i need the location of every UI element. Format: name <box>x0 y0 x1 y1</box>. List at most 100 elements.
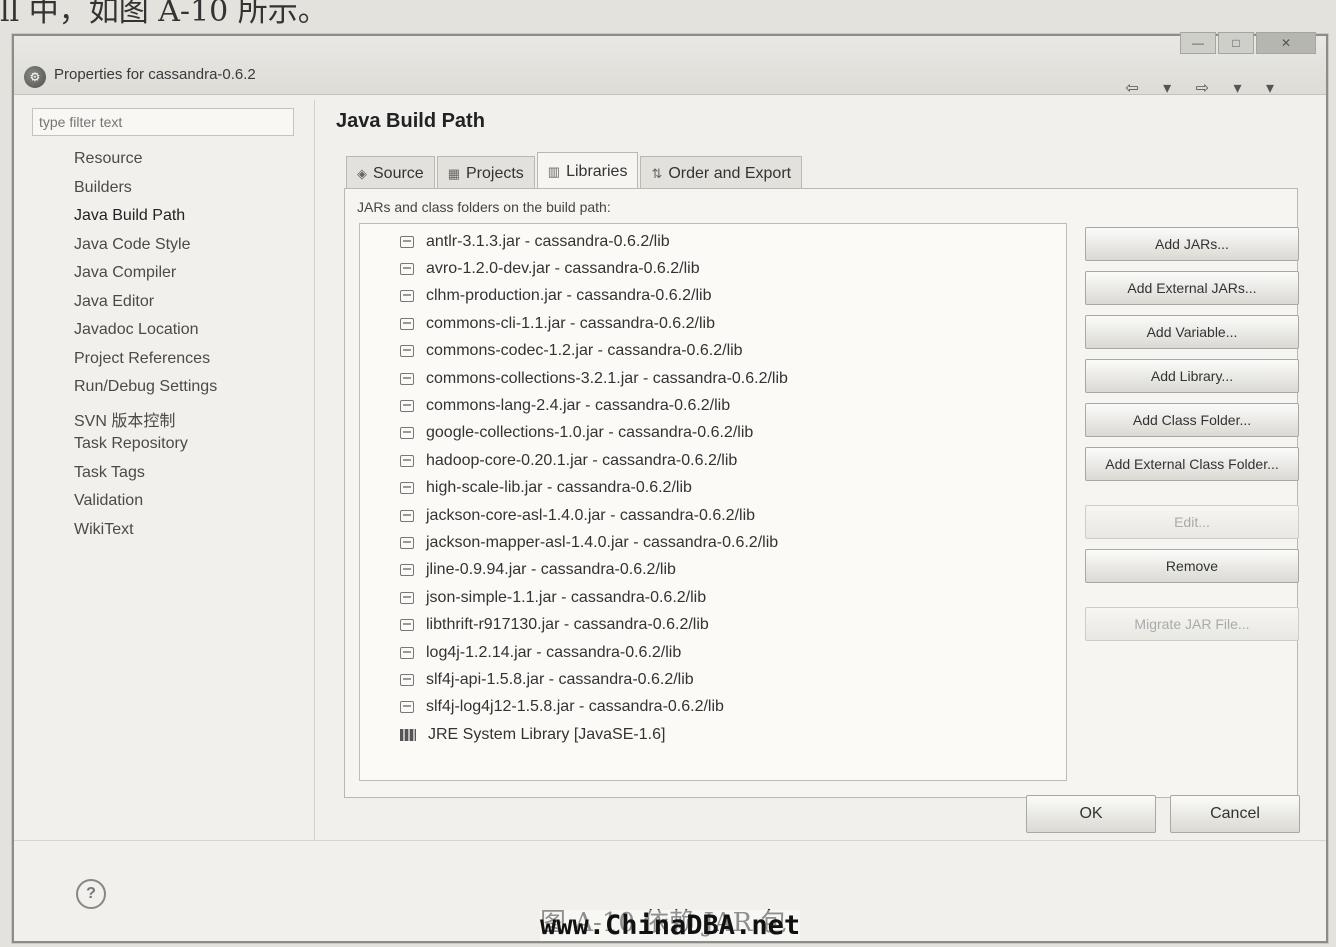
list-item-label: google-collections-1.0.jar - cassandra-0… <box>426 424 754 442</box>
remove-button[interactable]: Remove <box>1085 549 1299 583</box>
close-button[interactable]: ✕ <box>1256 32 1316 54</box>
list-item[interactable]: jackson-mapper-asl-1.4.0.jar - cassandra… <box>400 529 1066 556</box>
jar-icon <box>400 290 414 303</box>
list-item[interactable]: commons-cli-1.1.jar - cassandra-0.6.2/li… <box>400 310 1066 337</box>
list-item-jre[interactable]: JRE System Library [JavaSE-1.6] <box>400 721 1066 748</box>
list-item[interactable]: antlr-3.1.3.jar - cassandra-0.6.2/lib <box>400 228 1066 255</box>
tree-item[interactable]: Validation <box>74 492 217 521</box>
list-item[interactable]: commons-collections-3.2.1.jar - cassandr… <box>400 365 1066 392</box>
source-icon: ◈ <box>357 166 367 181</box>
list-item-label: clhm-production.jar - cassandra-0.6.2/li… <box>426 287 712 305</box>
list-item[interactable]: clhm-production.jar - cassandra-0.6.2/li… <box>400 283 1066 310</box>
minimize-button[interactable]: — <box>1180 32 1216 54</box>
button-spacer <box>1085 593 1303 607</box>
button-column: Add JARs... Add External JARs... Add Var… <box>1085 227 1303 651</box>
list-item[interactable]: jackson-core-asl-1.4.0.jar - cassandra-0… <box>400 502 1066 529</box>
tab-bar: ◈ Source ▦ Projects ▥ Libraries ⇅ Order and … <box>346 152 804 191</box>
cancel-button[interactable]: Cancel <box>1170 795 1300 833</box>
list-item-label: log4j-1.2.14.jar - cassandra-0.6.2/lib <box>426 643 682 661</box>
migrate-jar-button[interactable]: Migrate JAR File... <box>1085 607 1299 641</box>
order-icon: ⇅ <box>651 166 663 181</box>
button-spacer <box>1085 491 1303 505</box>
list-caption: JARs and class folders on the build path… <box>357 199 611 215</box>
window-controls: — □ ✕ <box>1180 32 1316 54</box>
list-item[interactable]: slf4j-log4j12-1.5.8.jar - cassandra-0.6.… <box>400 694 1066 721</box>
jar-icon <box>400 591 414 604</box>
tab-source-label: Source <box>373 165 424 182</box>
tree-item[interactable]: Resource <box>74 150 217 179</box>
tab-order-and-export[interactable]: ⇅ Order and Export <box>640 156 803 191</box>
watermark: www.ChinaDBA.net <box>540 910 801 941</box>
jar-icon <box>400 673 414 686</box>
projects-icon: ▦ <box>447 166 460 181</box>
add-class-folder-button[interactable]: Add Class Folder... <box>1085 403 1299 437</box>
jar-icon <box>400 482 414 495</box>
jar-icon <box>400 536 414 549</box>
list-item[interactable]: libthrift-r917130.jar - cassandra-0.6.2/… <box>400 611 1066 638</box>
list-item[interactable]: hadoop-core-0.20.1.jar - cassandra-0.6.2… <box>400 447 1066 474</box>
add-jars-button[interactable]: Add JARs... <box>1085 227 1299 261</box>
list-item-label: hadoop-core-0.20.1.jar - cassandra-0.6.2… <box>426 451 738 469</box>
tab-source[interactable]: ◈ Source <box>346 156 435 191</box>
tree-item[interactable]: Task Repository <box>74 435 217 464</box>
list-item-label: antlr-3.1.3.jar - cassandra-0.6.2/lib <box>426 232 670 250</box>
tree-item[interactable]: SVN 版本控制 <box>74 407 217 436</box>
preferences-tree: Resource Builders Java Build Path Java Code… <box>74 150 217 549</box>
list-item-label: slf4j-api-1.5.8.jar - cassandra-0.6.2/li… <box>426 670 694 688</box>
tree-item[interactable]: Run/Debug Settings <box>74 378 217 407</box>
list-item[interactable]: commons-codec-1.2.jar - cassandra-0.6.2/… <box>400 338 1066 365</box>
jar-icon <box>400 372 414 385</box>
tree-item[interactable]: Task Tags <box>74 464 217 493</box>
dialog-title: Properties for cassandra-0.6.2 <box>54 66 256 83</box>
filter-input[interactable] <box>32 108 294 136</box>
settings-icon: ⚙ <box>24 66 46 88</box>
list-item[interactable]: log4j-1.2.14.jar - cassandra-0.6.2/lib <box>400 639 1066 666</box>
tree-item[interactable]: Builders <box>74 179 217 208</box>
maximize-button[interactable]: □ <box>1218 32 1254 54</box>
add-library-button[interactable]: Add Library... <box>1085 359 1299 393</box>
list-item-label: slf4j-log4j12-1.5.8.jar - cassandra-0.6.… <box>426 698 724 716</box>
tree-item[interactable]: Java Compiler <box>74 264 217 293</box>
jar-icon <box>400 701 414 714</box>
tree-item[interactable]: Java Build Path <box>74 207 217 236</box>
tree-item[interactable]: WikiText <box>74 521 217 550</box>
list-item-label: avro-1.2.0-dev.jar - cassandra-0.6.2/lib <box>426 260 700 278</box>
library-icon <box>400 728 416 741</box>
list-item[interactable]: google-collections-1.0.jar - cassandra-0… <box>400 420 1066 447</box>
help-icon[interactable]: ? <box>76 879 106 909</box>
add-external-class-folder-button[interactable]: Add External Class Folder... <box>1085 447 1299 481</box>
page-title: Java Build Path <box>336 110 485 132</box>
build-path-entries: antlr-3.1.3.jar - cassandra-0.6.2/lib avr… <box>360 224 1066 748</box>
jar-icon <box>400 646 414 659</box>
jar-icon <box>400 317 414 330</box>
list-item[interactable]: avro-1.2.0-dev.jar - cassandra-0.6.2/lib <box>400 255 1066 282</box>
list-item-label: commons-cli-1.1.jar - cassandra-0.6.2/li… <box>426 314 715 332</box>
jar-icon <box>400 454 414 467</box>
jar-icon <box>400 427 414 440</box>
build-path-panel: Java Build Path ⇦ ▾ ⇨ ▾ ▾ ◈ Source ▦ Proje… <box>320 80 1310 840</box>
list-item-label: high-scale-lib.jar - cassandra-0.6.2/lib <box>426 479 692 497</box>
tree-item[interactable]: Java Code Style <box>74 236 217 265</box>
tab-libraries[interactable]: ▥ Libraries <box>536 152 639 191</box>
add-external-jars-button[interactable]: Add External JARs... <box>1085 271 1299 305</box>
add-variable-button[interactable]: Add Variable... <box>1085 315 1299 349</box>
tree-item[interactable]: Project References <box>74 350 217 379</box>
edit-button[interactable]: Edit... <box>1085 505 1299 539</box>
tree-item[interactable]: Java Editor <box>74 293 217 322</box>
list-item[interactable]: json-simple-1.1.jar - cassandra-0.6.2/li… <box>400 584 1066 611</box>
history-navigation[interactable]: ⇦ ▾ ⇨ ▾ ▾ <box>1125 78 1284 98</box>
list-item[interactable]: slf4j-api-1.5.8.jar - cassandra-0.6.2/li… <box>400 666 1066 693</box>
list-item[interactable]: high-scale-lib.jar - cassandra-0.6.2/lib <box>400 475 1066 502</box>
list-item[interactable]: jline-0.9.94.jar - cassandra-0.6.2/lib <box>400 557 1066 584</box>
list-item-label: libthrift-r917130.jar - cassandra-0.6.2/… <box>426 616 709 634</box>
page-caption-top: ll 中，如图 A-10 所示。 <box>0 0 328 29</box>
list-item[interactable]: commons-lang-2.4.jar - cassandra-0.6.2/l… <box>400 392 1066 419</box>
jar-icon <box>400 263 414 276</box>
jar-icon <box>400 509 414 522</box>
tab-projects[interactable]: ▦ Projects <box>436 156 535 191</box>
jar-icon <box>400 345 414 358</box>
ok-button[interactable]: OK <box>1026 795 1156 833</box>
build-path-list[interactable]: antlr-3.1.3.jar - cassandra-0.6.2/lib avr… <box>359 223 1067 781</box>
jar-icon <box>400 235 414 248</box>
tree-item[interactable]: Javadoc Location <box>74 321 217 350</box>
